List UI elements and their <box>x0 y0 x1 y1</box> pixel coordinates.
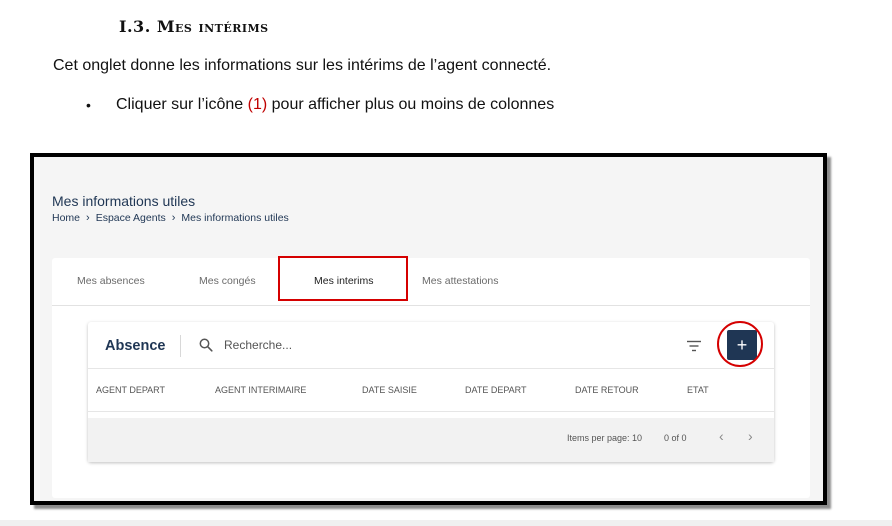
page-bottom-strip <box>0 520 892 526</box>
document-heading: I.3. Mes intérims <box>119 17 269 36</box>
table-header: AGENT DEPART AGENT INTERIMAIRE DATE SAIS… <box>88 368 774 412</box>
column-header-date-saisie[interactable]: DATE SAISIE <box>362 369 417 411</box>
column-header-agent-depart[interactable]: AGENT DEPART <box>96 369 165 411</box>
table-title: Absence <box>105 338 166 354</box>
tab-mes-conges[interactable]: Mes congés <box>199 258 256 305</box>
bullet-dot: • <box>86 97 91 113</box>
bullet-marker: (1) <box>247 96 268 113</box>
column-header-agent-interimaire[interactable]: AGENT INTERIMAIRE <box>215 369 306 411</box>
document-paragraph: Cet onglet donne les informations sur le… <box>53 57 552 74</box>
bullet-text-before: Cliquer sur l’icône <box>116 96 244 113</box>
filter-icon[interactable] <box>686 340 702 352</box>
interims-table: Absence + AGENT DEPART AGENT INTERIMAIRE <box>88 321 774 462</box>
breadcrumb-espace-agents[interactable]: Espace Agents <box>96 212 166 224</box>
page-range: 0 of 0 <box>664 433 687 443</box>
tab-bar: Mes absences Mes congés Mes interims Mes… <box>52 256 810 306</box>
highlight-circle <box>717 321 763 367</box>
document-bullet: • Cliquer sur l’icône (1) pour afficher … <box>86 96 554 114</box>
breadcrumb-home[interactable]: Home <box>52 212 80 224</box>
screenshot-frame: Mes informations utiles Home › Espace Ag… <box>30 153 827 505</box>
chevron-left-icon[interactable]: ‹ <box>719 428 724 444</box>
highlight-box <box>278 256 408 301</box>
column-header-etat[interactable]: ETAT <box>687 369 709 411</box>
paginator: Items per page: 10 0 of 0 ‹ › <box>88 418 774 462</box>
content-card: Mes absences Mes congés Mes interims Mes… <box>52 256 810 498</box>
page-title: Mes informations utiles <box>52 193 196 209</box>
tab-mes-attestations[interactable]: Mes attestations <box>422 258 498 305</box>
column-header-date-retour[interactable]: DATE RETOUR <box>575 369 639 411</box>
tab-mes-absences[interactable]: Mes absences <box>77 258 145 305</box>
column-header-date-depart[interactable]: DATE DEPART <box>465 369 527 411</box>
breadcrumb-current: Mes informations utiles <box>181 212 289 224</box>
breadcrumb: Home › Espace Agents › Mes informations … <box>52 212 289 224</box>
items-per-page[interactable]: Items per page: 10 <box>567 433 642 443</box>
title-divider <box>180 335 181 357</box>
chevron-right-icon: › <box>86 212 90 224</box>
chevron-right-icon[interactable]: › <box>748 428 753 444</box>
search-icon <box>199 338 213 352</box>
bullet-text-after: pour afficher plus ou moins de colonnes <box>271 96 555 113</box>
search-input[interactable] <box>224 335 524 355</box>
chevron-right-icon: › <box>171 212 176 224</box>
